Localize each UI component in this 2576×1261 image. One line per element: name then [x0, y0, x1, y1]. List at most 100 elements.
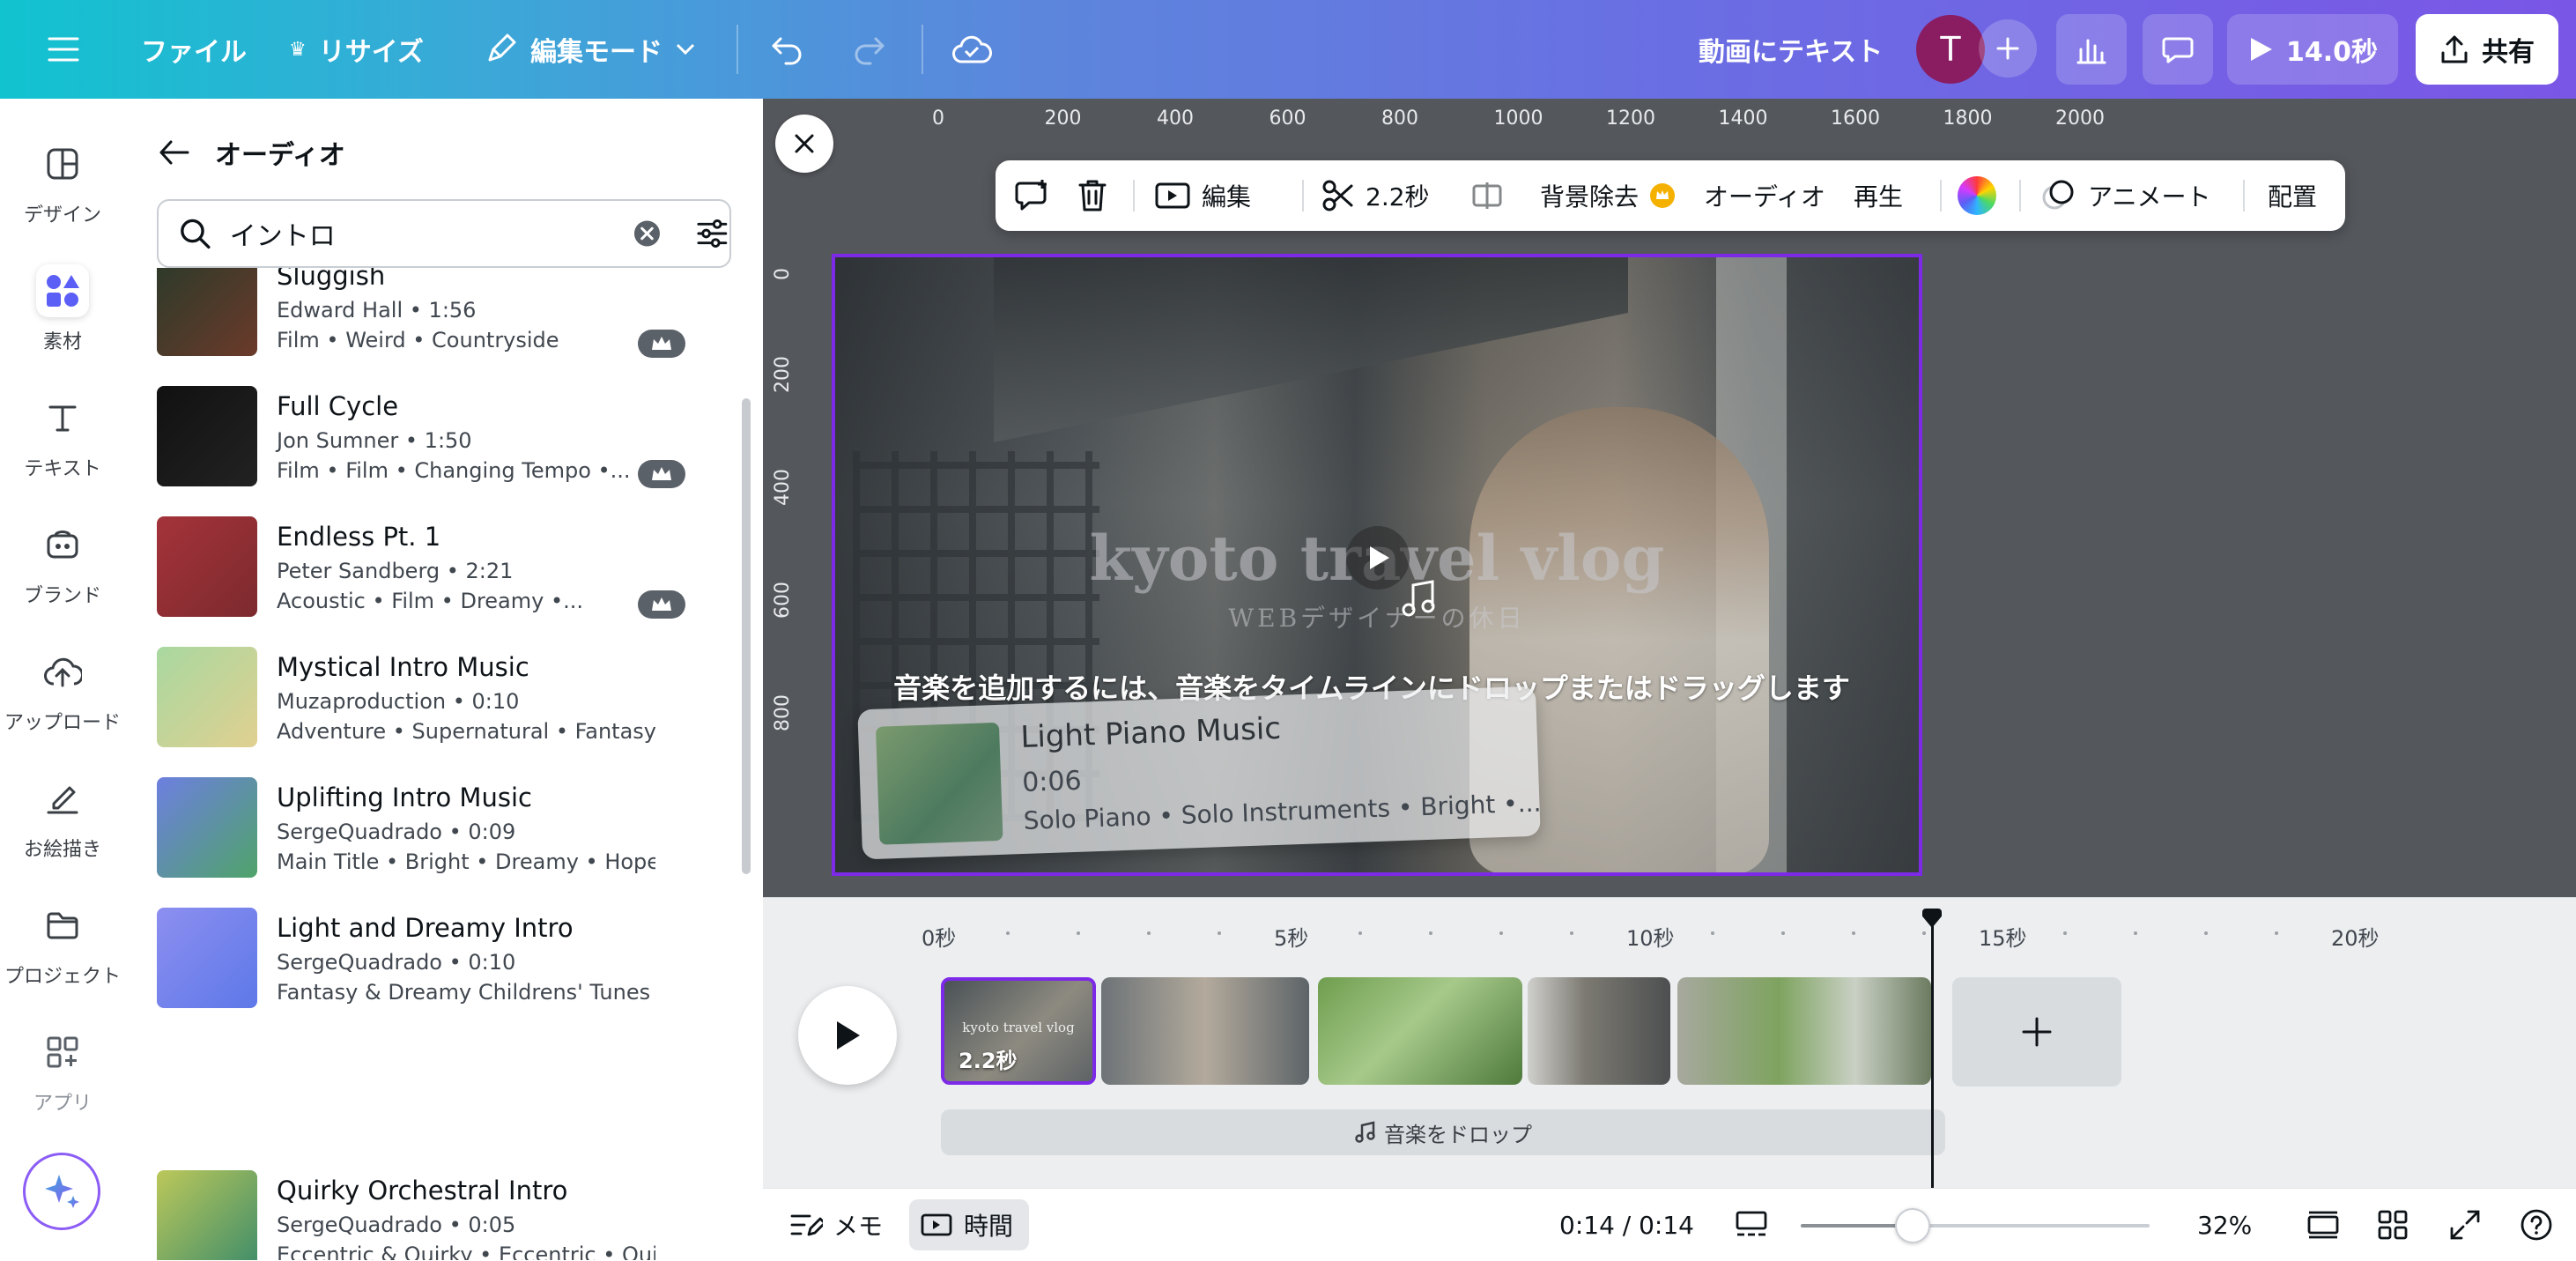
timeline-play-button[interactable]	[798, 986, 897, 1085]
audio-track-item[interactable]: Sluggish Edward Hall • 1:56 Film • Weird •…	[157, 268, 721, 358]
magic-assistant-button[interactable]	[23, 1153, 100, 1230]
edit-video-button[interactable]: 編集	[1154, 160, 1251, 231]
split-button[interactable]	[1471, 160, 1503, 231]
share-button[interactable]: 共有	[2416, 14, 2558, 85]
grid-view-button[interactable]	[2377, 1189, 2409, 1261]
timeline-clip[interactable]: kyoto travel vlog 2.2秒	[941, 977, 1096, 1085]
panel-header: オーディオ	[159, 130, 345, 174]
audio-tags: Solo Piano • Solo Instruments • Bright •…	[1023, 788, 1542, 835]
close-icon	[795, 134, 814, 153]
undo-button[interactable]	[770, 0, 805, 99]
playback-button[interactable]: 再生	[1854, 160, 1903, 231]
trim-button[interactable]: 2.2秒	[1321, 160, 1430, 231]
bg-remove-button[interactable]: 背景除去	[1540, 160, 1676, 231]
track-meta: Peter Sandberg • 2:21	[277, 559, 514, 583]
avatar[interactable]: T	[1916, 15, 1985, 84]
help-button[interactable]	[2520, 1189, 2553, 1261]
split-icon	[1472, 182, 1502, 209]
track-thumbnail	[157, 1170, 257, 1260]
canvas-subtitle[interactable]: WEBデザイナーの休日	[835, 599, 1919, 634]
add-clip-button[interactable]	[1952, 977, 2121, 1087]
left-rail: デザイン 素材 テキスト ブランド アップロード お絵描き プロジェクト アプリ	[0, 99, 125, 1260]
track-tags: Acoustic • Film • Dreamy •...	[277, 589, 584, 613]
timeline-clip[interactable]	[1318, 977, 1522, 1085]
sparkle-icon	[45, 1175, 79, 1208]
delete-button[interactable]	[1077, 160, 1108, 231]
timeline-clip[interactable]	[1677, 977, 1931, 1085]
timeline-icon	[921, 1213, 952, 1236]
pages-button[interactable]	[2306, 1189, 2340, 1261]
menu-button[interactable]	[48, 0, 79, 99]
ruler-label: 1400	[1718, 108, 1768, 130]
timeline-clip[interactable]	[1528, 977, 1670, 1085]
cloud-save-button[interactable]	[951, 0, 992, 99]
premium-crown-icon	[638, 330, 685, 358]
audio-track-item[interactable]: Light and Dreamy Intro SergeQuadrado • 0:…	[157, 908, 721, 1010]
comment-button[interactable]	[2143, 14, 2213, 85]
track-meta: SergeQuadrado • 0:10	[277, 950, 516, 975]
position-button[interactable]: 配置	[2268, 160, 2317, 231]
trash-icon	[1078, 180, 1107, 211]
audio-drop-zone[interactable]: 音楽をドロップ	[941, 1109, 1945, 1155]
rail-item-design[interactable]: デザイン	[0, 137, 125, 227]
design-canvas[interactable]: kyoto travel vlog WEBデザイナーの休日 音楽を追加するには、…	[832, 254, 1922, 876]
insights-button[interactable]	[2056, 14, 2127, 85]
add-comment-button[interactable]	[1013, 160, 1050, 231]
zoom-level[interactable]: 32%	[2197, 1189, 2252, 1261]
play-preview-button[interactable]: 14.0秒	[2227, 14, 2398, 85]
back-arrow-icon[interactable]	[159, 139, 190, 166]
timeline-clip[interactable]	[1101, 977, 1309, 1085]
rail-item-brand[interactable]: ブランド	[0, 518, 125, 608]
audio-track-item[interactable]: Uplifting Intro Music SergeQuadrado • 0:0…	[157, 777, 721, 879]
filter-icon[interactable]	[695, 216, 729, 251]
share-upload-icon	[2441, 35, 2468, 63]
track-thumbnail	[157, 777, 257, 878]
track-thumbnail	[157, 386, 257, 486]
track-thumbnail	[157, 908, 257, 1008]
rail-item-elements[interactable]: 素材	[0, 264, 125, 354]
zoom-slider-knob[interactable]	[1894, 1208, 1930, 1243]
scrollbar[interactable]	[742, 398, 751, 874]
file-menu[interactable]: ファイル	[141, 0, 247, 99]
search-input[interactable]	[227, 217, 607, 250]
color-button[interactable]	[1958, 160, 1996, 231]
rail-item-upload[interactable]: アップロード	[0, 645, 125, 735]
playhead-handle[interactable]	[1922, 909, 1942, 928]
audio-track-item[interactable]: Endless Pt. 1 Peter Sandberg • 2:21 Acoust…	[157, 516, 721, 619]
page-view-icon	[1736, 1211, 1767, 1236]
music-note-icon	[1355, 1121, 1375, 1143]
ruler-label: 200	[1044, 108, 1082, 130]
tick-dot	[2275, 931, 2278, 935]
track-meta: Edward Hall • 1:56	[277, 298, 477, 323]
rail-item-text[interactable]: テキスト	[0, 391, 125, 481]
grid-icon	[2378, 1210, 2408, 1240]
text-to-video-button[interactable]: 動画にテキスト	[1699, 0, 1883, 99]
page-view-button[interactable]	[1734, 1189, 1769, 1261]
redo-button[interactable]	[851, 0, 886, 99]
playhead[interactable]	[1931, 916, 1934, 1189]
add-collaborator-button[interactable]	[1979, 19, 2037, 78]
dragged-audio-card[interactable]: Light Piano Music 0:06 Solo Piano • Solo…	[857, 686, 1542, 860]
play-icon	[837, 1021, 860, 1050]
fullscreen-button[interactable]	[2449, 1189, 2481, 1261]
clear-search-icon[interactable]	[633, 219, 662, 248]
animate-button[interactable]: アニメート	[2039, 160, 2210, 231]
close-button[interactable]	[775, 115, 833, 173]
panel-title: オーディオ	[215, 140, 345, 171]
audio-track-item[interactable]: Quirky Orchestral Intro SergeQuadrado • 0…	[157, 1170, 721, 1260]
notes-button[interactable]: メモ	[789, 1189, 883, 1261]
rail-item-apps[interactable]: アプリ	[0, 1026, 125, 1116]
zoom-slider[interactable]	[1801, 1208, 2150, 1243]
audio-track-item[interactable]: Full Cycle Jon Sumner • 1:50 Film • Film •…	[157, 386, 721, 488]
duration-button[interactable]: 時間	[920, 1189, 1013, 1261]
rail-item-draw[interactable]: お絵描き	[0, 772, 125, 862]
scissors-icon	[1322, 180, 1353, 211]
timecode: 0:14 / 0:14	[1559, 1210, 1694, 1240]
audio-track-item[interactable]: Mystical Intro Music Muzaproduction • 0:1…	[157, 647, 721, 749]
edit-mode-dropdown[interactable]: 編集モード	[483, 0, 696, 99]
rail-item-projects[interactable]: プロジェクト	[0, 899, 125, 989]
audio-button[interactable]: オーディオ	[1704, 160, 1825, 231]
resize-button[interactable]: ♛ リサイズ	[289, 0, 424, 99]
track-meta: SergeQuadrado • 0:09	[277, 820, 516, 844]
expand-icon	[2450, 1210, 2480, 1240]
